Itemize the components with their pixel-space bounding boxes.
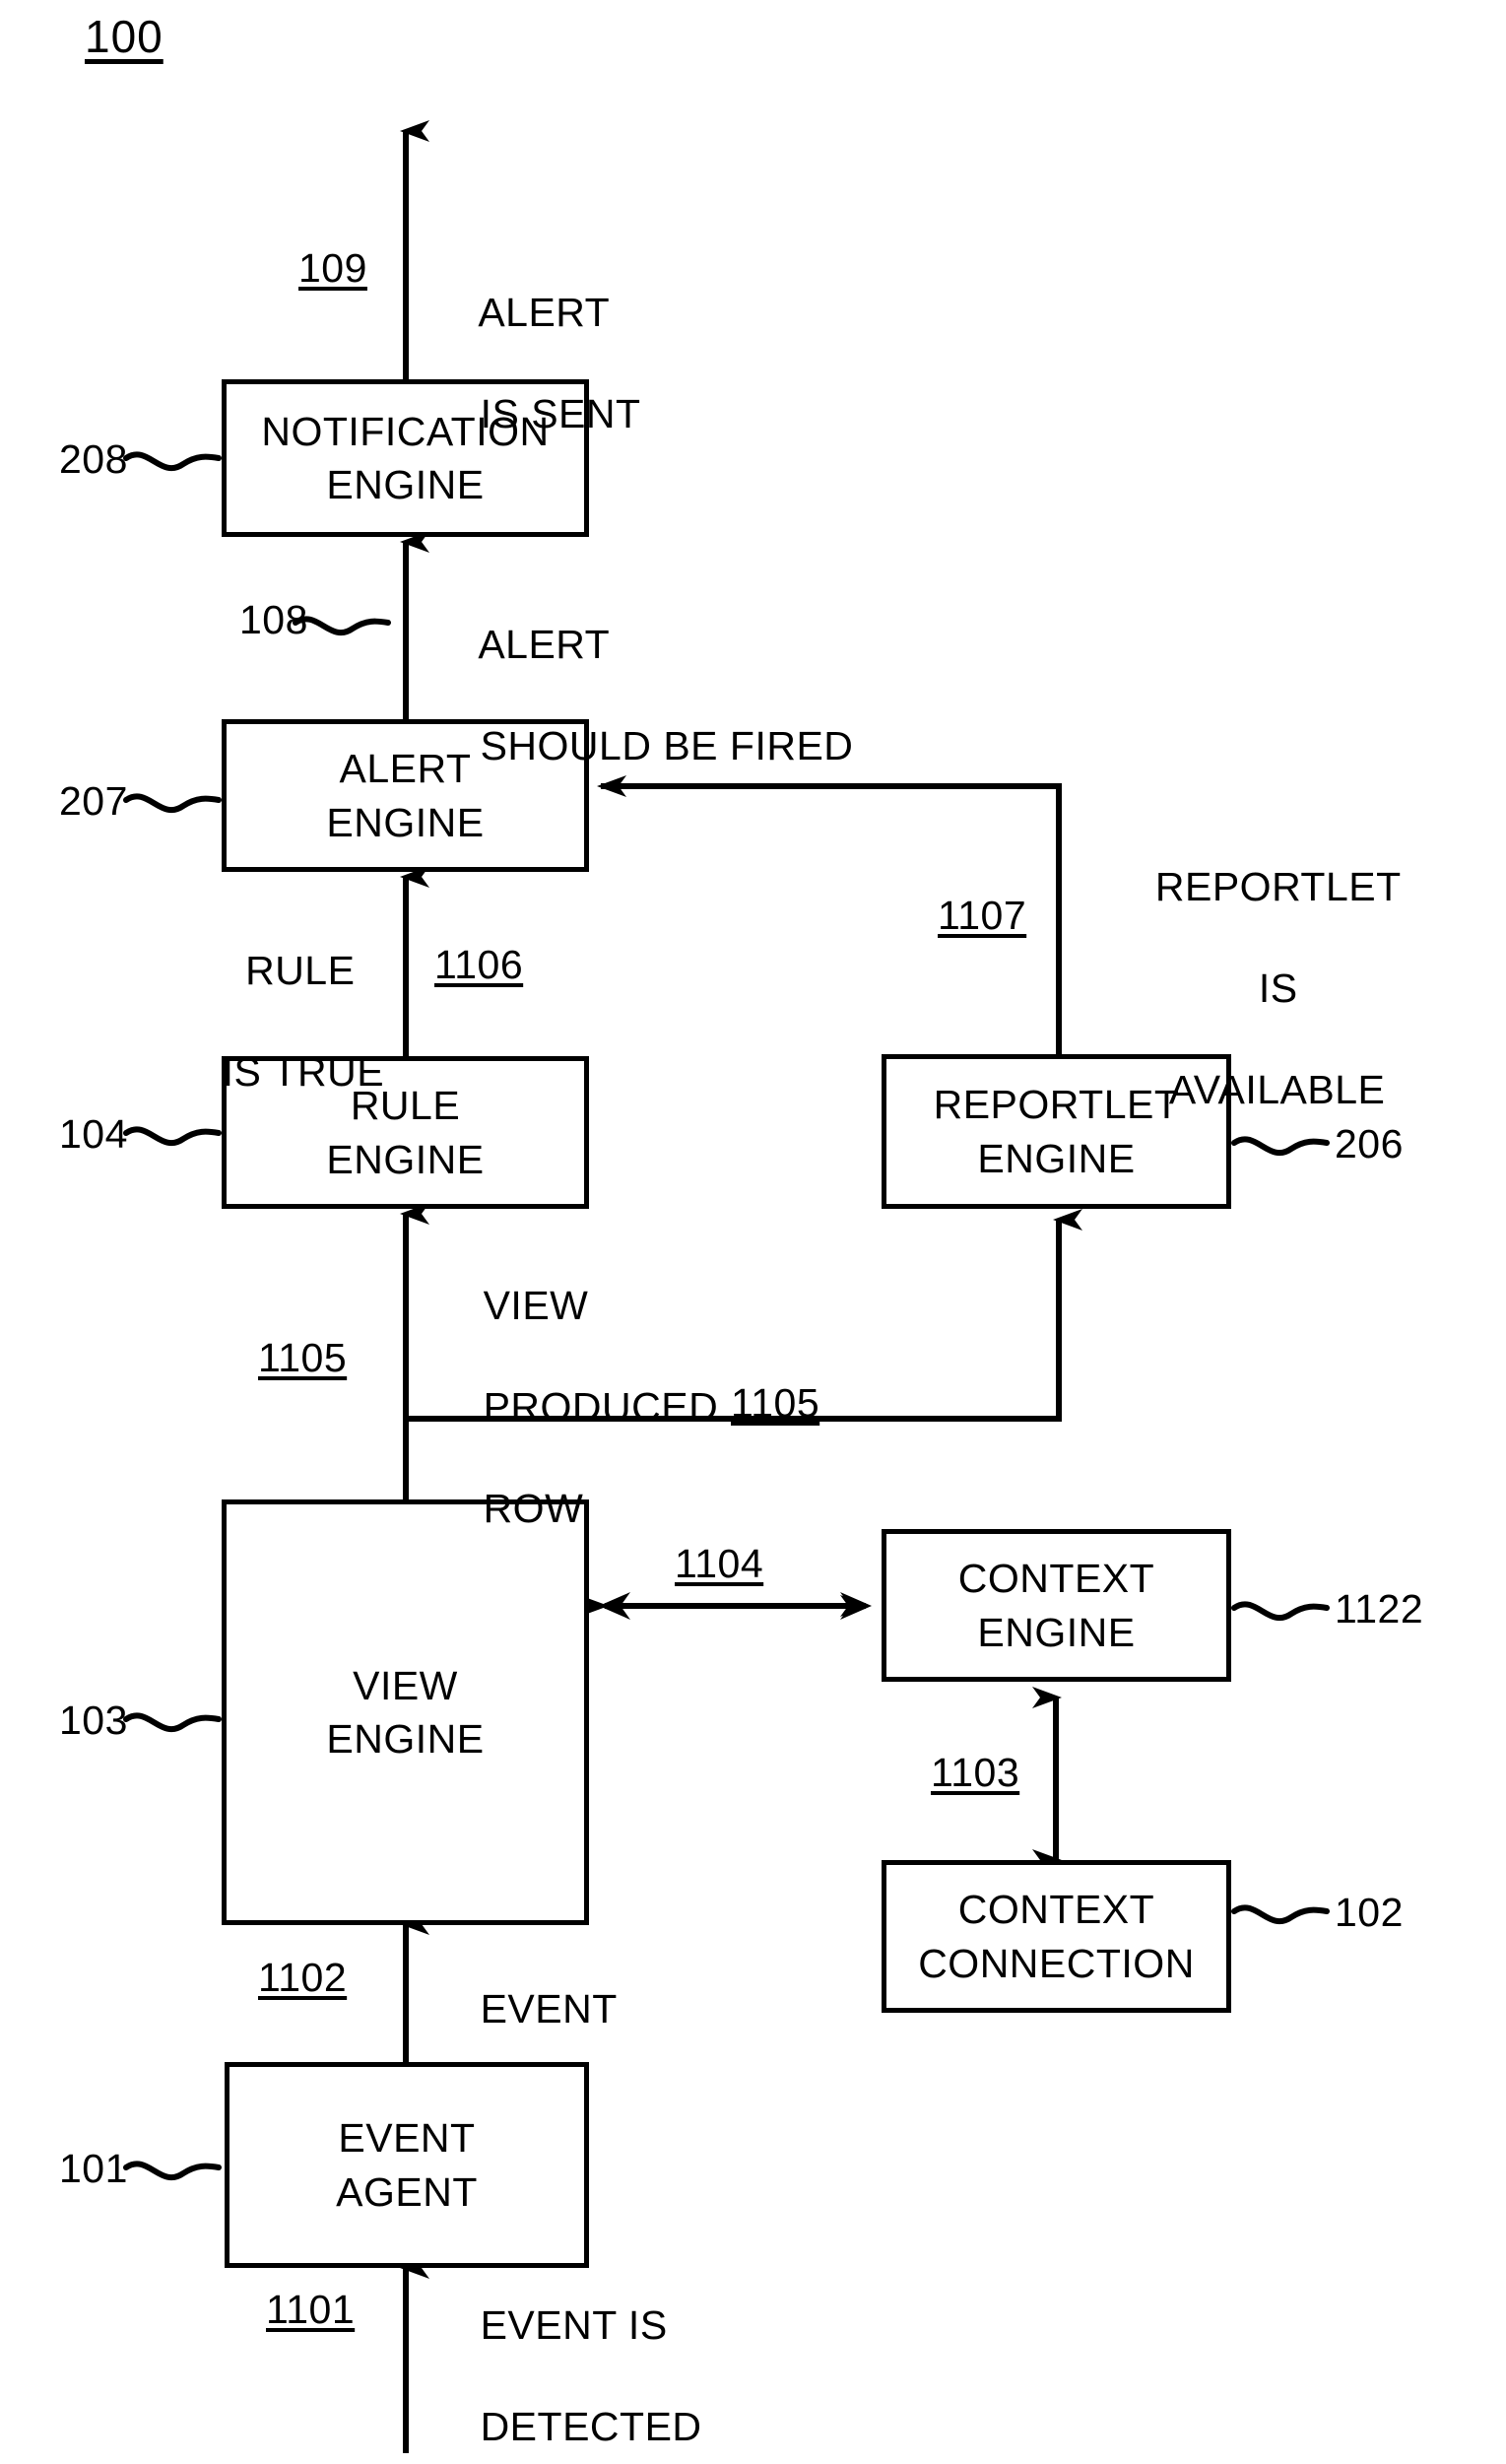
node-context-connection[interactable]: CONTEXT CONNECTION bbox=[882, 1860, 1231, 2013]
ref-1105-elbow: 1105 bbox=[731, 1380, 820, 1426]
leader-207 bbox=[123, 793, 222, 814]
ref-101: 101 bbox=[59, 2146, 128, 2191]
label-event: EVENT bbox=[433, 1933, 618, 2086]
label-rule-is-true: RULE IS TRUE bbox=[175, 895, 384, 1149]
label-alert-is-sent: ALERT IS SENT bbox=[433, 236, 641, 491]
ref-1102: 1102 bbox=[258, 1955, 348, 2000]
ref-1103: 1103 bbox=[931, 1750, 1020, 1795]
node-context-engine[interactable]: CONTEXT ENGINE bbox=[882, 1529, 1231, 1682]
leader-208 bbox=[123, 451, 222, 472]
label-view-produced-row-line2: PRODUCED bbox=[483, 1383, 719, 1430]
label-rule-is-true-line2: IS TRUE bbox=[222, 1048, 385, 1095]
node-view-engine-line1: VIEW bbox=[353, 1662, 458, 1708]
label-alert-should-be-fired-line1: ALERT bbox=[478, 621, 611, 667]
leader-1122 bbox=[1231, 1601, 1330, 1622]
leader-102 bbox=[1231, 1904, 1330, 1925]
leader-108 bbox=[293, 616, 391, 636]
ref-102: 102 bbox=[1335, 1890, 1404, 1935]
label-reportlet-is-available-line2: IS bbox=[1258, 965, 1298, 1011]
label-alert-is-sent-line2: IS SENT bbox=[480, 390, 641, 436]
label-reportlet-is-available-line3: AVAILABLE bbox=[1168, 1067, 1386, 1113]
label-rule-is-true-line1: RULE bbox=[245, 947, 356, 993]
node-view-engine-line2: ENGINE bbox=[326, 1716, 485, 1762]
label-view-produced-row-line3: ROW bbox=[483, 1486, 584, 1532]
label-event-is-detected: EVENT IS DETECTED bbox=[433, 2249, 702, 2464]
ref-109: 109 bbox=[298, 245, 367, 291]
node-event-agent-line2: AGENT bbox=[336, 2168, 478, 2215]
ref-108: 108 bbox=[239, 597, 308, 642]
ref-1107: 1107 bbox=[938, 893, 1027, 938]
node-context-connection-line2: CONNECTION bbox=[918, 1940, 1195, 1986]
figure-number: 100 bbox=[85, 11, 164, 62]
label-view-produced-row-line1: VIEW bbox=[483, 1282, 589, 1328]
node-event-agent[interactable]: EVENT AGENT bbox=[225, 2062, 589, 2268]
node-context-connection-line1: CONTEXT bbox=[957, 1887, 1155, 1933]
ref-1104: 1104 bbox=[675, 1541, 764, 1586]
ref-207: 207 bbox=[59, 778, 128, 824]
ref-103: 103 bbox=[59, 1698, 128, 1743]
label-event-line1: EVENT bbox=[480, 1985, 618, 2031]
leader-103 bbox=[123, 1712, 222, 1733]
label-alert-should-be-fired: ALERT SHOULD BE FIRED bbox=[433, 568, 853, 823]
label-reportlet-is-available: REPORTLET IS AVAILABLE bbox=[1107, 811, 1403, 1167]
label-reportlet-is-available-line1: REPORTLET bbox=[1154, 863, 1402, 909]
ref-208: 208 bbox=[59, 436, 128, 482]
ref-1106: 1106 bbox=[434, 942, 524, 987]
ref-1122: 1122 bbox=[1335, 1586, 1424, 1632]
leader-101 bbox=[123, 2161, 222, 2181]
label-alert-should-be-fired-line2: SHOULD BE FIRED bbox=[480, 722, 854, 768]
label-alert-is-sent-line1: ALERT bbox=[478, 289, 611, 335]
node-event-agent-line1: EVENT bbox=[338, 2115, 476, 2162]
ref-1101: 1101 bbox=[266, 2287, 356, 2332]
node-context-engine-line1: CONTEXT bbox=[957, 1556, 1155, 1602]
node-context-engine-line2: ENGINE bbox=[977, 1609, 1136, 1655]
label-view-produced-row: VIEW PRODUCED ROW bbox=[436, 1230, 718, 1586]
ref-1105-vertical: 1105 bbox=[258, 1335, 348, 1380]
label-event-is-detected-line1: EVENT IS bbox=[480, 2301, 668, 2348]
patent-figure: 100 NOTIFICATION ENGINE ALERT ENGINE RUL… bbox=[0, 0, 1506, 2464]
label-event-is-detected-line2: DETECTED bbox=[480, 2403, 702, 2449]
ref-104: 104 bbox=[59, 1111, 128, 1157]
